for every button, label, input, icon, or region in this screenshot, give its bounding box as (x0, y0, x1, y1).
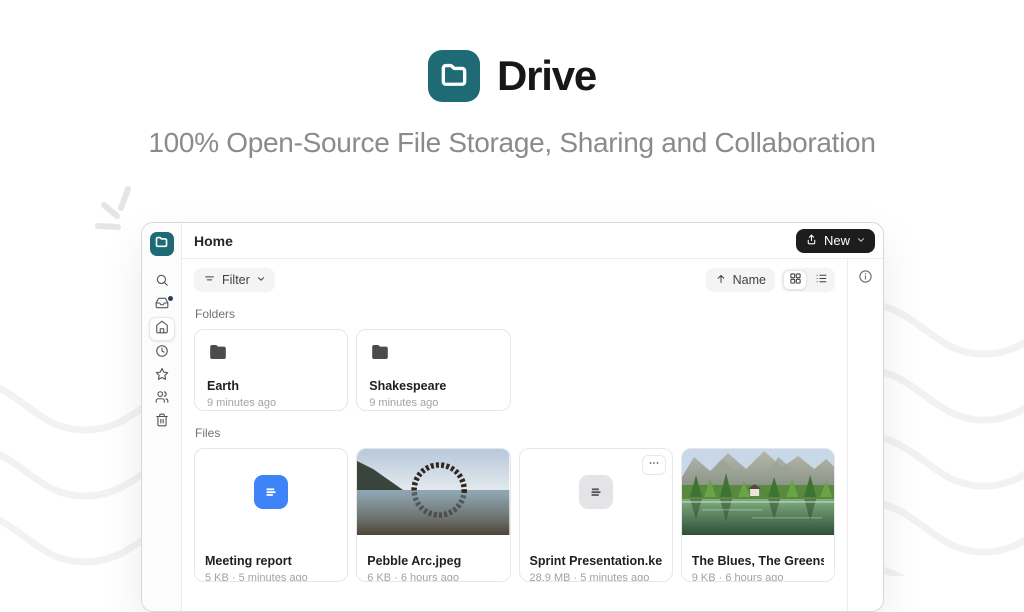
document-icon (579, 475, 613, 509)
folder-icon (369, 350, 391, 367)
file-card-the-blues-the-greens[interactable]: The Blues, The Greens.jpeg 9 KB · 6 hour… (681, 448, 835, 582)
folder-icon (207, 350, 229, 367)
pebble-arc-photo (357, 449, 509, 535)
folder-name: Shakespeare (369, 379, 497, 393)
filter-label: Filter (222, 273, 250, 287)
notification-dot (168, 296, 173, 301)
filter-icon (203, 272, 216, 288)
sidebar-item-home[interactable] (149, 317, 175, 341)
toolbar-right: Name (706, 268, 835, 292)
info-icon (858, 269, 873, 287)
new-button-label: New (824, 233, 850, 248)
sort-button[interactable]: Name (706, 268, 775, 292)
section-title-folders: Folders (195, 307, 835, 321)
search-icon (155, 273, 169, 292)
info-button[interactable] (855, 267, 877, 289)
new-button[interactable]: New (796, 229, 875, 253)
folder-name: Earth (207, 379, 335, 393)
folder-meta: 9 minutes ago (369, 397, 497, 409)
folder-card-earth[interactable]: Earth 9 minutes ago (194, 329, 348, 411)
sidebar (142, 223, 182, 611)
wave-decoration-right (884, 270, 1024, 576)
sidebar-item-recent[interactable] (149, 342, 175, 364)
ellipsis-icon (648, 456, 660, 474)
file-name: Sprint Presentation.key (530, 554, 662, 568)
hero-section: Drive 100% Open-Source File Storage, Sha… (0, 50, 1024, 159)
star-icon (155, 367, 169, 386)
wave-decoration-left (0, 340, 141, 576)
toolbar: Filter (194, 268, 835, 292)
sort-label: Name (733, 273, 766, 287)
users-icon (155, 390, 169, 409)
upload-icon (805, 233, 818, 249)
file-meta: 6 KB · 6 hours ago (367, 572, 499, 582)
file-thumbnail (520, 449, 672, 535)
file-name: The Blues, The Greens.jpeg (692, 554, 824, 568)
trash-icon (155, 413, 169, 432)
drive-folder-icon (438, 58, 470, 95)
file-meta: 9 KB · 6 hours ago (692, 572, 824, 582)
file-meta: 28.9 MB · 5 minutes ago (530, 572, 662, 582)
topbar: Home New (182, 223, 883, 259)
chevron-down-icon (256, 273, 266, 287)
section-title-files: Files (195, 426, 835, 440)
folder-card-shakespeare[interactable]: Shakespeare 9 minutes ago (356, 329, 510, 411)
file-thumbnail (682, 449, 834, 535)
list-icon (815, 272, 828, 288)
sidebar-item-search[interactable] (149, 271, 175, 293)
filter-button[interactable]: Filter (194, 268, 275, 292)
arrow-up-icon (715, 273, 727, 288)
inbox-icon (155, 296, 169, 315)
sidebar-logo-button[interactable] (150, 232, 174, 256)
main-panel: Home New (182, 223, 883, 611)
list-view-button[interactable] (809, 270, 833, 290)
file-name: Meeting report (205, 554, 337, 568)
folder-meta: 9 minutes ago (207, 397, 335, 409)
view-toggle (781, 268, 835, 292)
file-card-sprint-presentation[interactable]: Sprint Presentation.key 28.9 MB · 5 minu… (519, 448, 673, 582)
file-thumbnail (357, 449, 509, 535)
grid-view-button[interactable] (783, 270, 807, 290)
drive-logo (428, 50, 480, 102)
sparkle-decoration (90, 183, 146, 239)
grid-icon (789, 272, 802, 288)
home-icon (155, 320, 169, 339)
chevron-down-icon (856, 233, 866, 248)
drive-folder-icon (154, 234, 169, 254)
sidebar-item-trash[interactable] (149, 411, 175, 433)
files-grid: Meeting report 5 KB · 5 minutes ago (194, 448, 835, 582)
document-icon (254, 475, 288, 509)
tagline: 100% Open-Source File Storage, Sharing a… (0, 127, 1024, 159)
file-menu-button[interactable] (642, 455, 666, 475)
file-card-pebble-arc[interactable]: Pebble Arc.jpeg 6 KB · 6 hours ago (356, 448, 510, 582)
file-meta: 5 KB · 5 minutes ago (205, 572, 337, 582)
content-area: Filter (182, 259, 847, 611)
right-rail (847, 259, 883, 611)
page-title: Home (194, 233, 233, 249)
file-thumbnail (195, 449, 347, 535)
sidebar-item-favorites[interactable] (149, 365, 175, 387)
app-name: Drive (497, 52, 596, 100)
folders-grid: Earth 9 minutes ago Shakespeare 9 minute… (194, 329, 835, 411)
sidebar-item-shared[interactable] (149, 388, 175, 410)
file-name: Pebble Arc.jpeg (367, 554, 499, 568)
body-row: Filter (182, 259, 883, 611)
sidebar-item-inbox[interactable] (149, 294, 175, 316)
mountain-lake-photo (682, 449, 834, 535)
file-card-meeting-report[interactable]: Meeting report 5 KB · 5 minutes ago (194, 448, 348, 582)
sidebar-nav (149, 271, 175, 433)
clock-icon (155, 344, 169, 363)
app-window: Home New (141, 222, 884, 612)
